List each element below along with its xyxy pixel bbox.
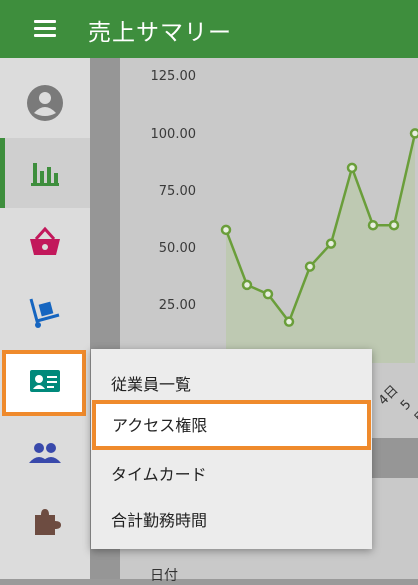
sidebar-item-people[interactable] (0, 418, 90, 488)
data-point[interactable] (409, 128, 418, 139)
menu-item-label: タイムカード (111, 465, 207, 484)
menu-item-timecard[interactable]: タイムカード (91, 449, 372, 495)
account-icon (27, 85, 63, 121)
y-tick-label: 75.00 (158, 184, 196, 199)
data-point[interactable] (283, 316, 295, 327)
menu-item-label: 従業員一覧 (111, 375, 192, 394)
y-tick-label: 100.00 (150, 127, 197, 142)
y-tick-label: 50.00 (158, 241, 196, 256)
sidebar-item-plugins[interactable] (0, 488, 90, 558)
menu-item-label: アクセス権限 (112, 416, 208, 435)
menu-item-label: 合計勤務時間 (111, 511, 208, 530)
sidebar-item-account[interactable] (0, 68, 90, 138)
menu-item-employee-list[interactable]: 従業員一覧 (91, 359, 372, 405)
hamburger-icon[interactable] (34, 20, 56, 38)
sidebar (0, 58, 90, 579)
sidebar-item-basket[interactable] (0, 208, 90, 278)
data-point[interactable] (346, 162, 358, 174)
data-point[interactable] (367, 219, 379, 231)
y-tick-label: 125.00 (150, 69, 197, 84)
date-column-header: 日付 (150, 568, 178, 584)
people-icon (29, 443, 61, 463)
data-point[interactable] (388, 219, 400, 231)
data-point[interactable] (325, 238, 337, 249)
data-point[interactable] (241, 279, 253, 291)
y-tick-label: 25.00 (158, 298, 196, 313)
data-point[interactable] (220, 224, 232, 236)
sidebar-item-employee[interactable] (2, 350, 86, 416)
id-card-icon (30, 370, 60, 392)
dolly-icon (29, 298, 60, 328)
basket-icon (30, 226, 60, 255)
series-area (226, 133, 415, 363)
data-point[interactable] (304, 261, 316, 272)
page-title: 売上サマリー (88, 20, 232, 46)
sidebar-item-delivery[interactable] (0, 278, 90, 348)
sidebar-item-sales-chart[interactable] (0, 138, 90, 208)
employee-menu: 従業員一覧 アクセス権限 タイムカード 合計勤務時間 (91, 349, 372, 549)
bar-chart-icon (31, 163, 59, 186)
menu-item-access-permissions[interactable]: アクセス権限 (92, 400, 371, 450)
app-header: 売上サマリー (0, 0, 418, 58)
menu-item-total-work-hours[interactable]: 合計勤務時間 (91, 495, 372, 541)
data-point[interactable] (262, 288, 274, 300)
puzzle-icon (35, 509, 61, 535)
